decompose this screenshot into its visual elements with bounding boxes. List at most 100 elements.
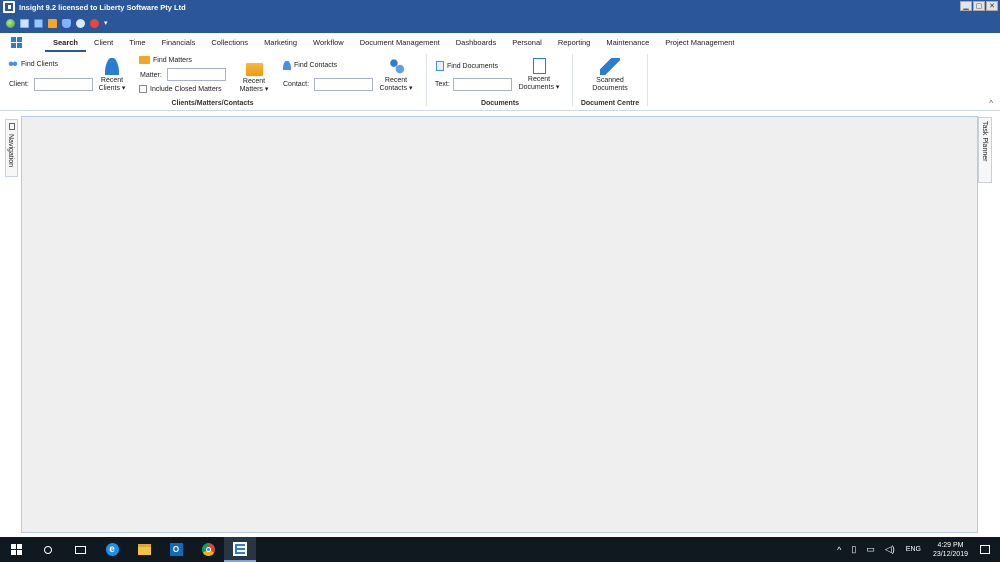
search-button[interactable] [32,537,64,562]
task-view-button[interactable] [64,537,96,562]
tab-workflow[interactable]: Workflow [305,33,352,52]
navigation-panel-tab[interactable]: Navigation [5,119,18,177]
insight-app-icon [233,541,247,556]
language-indicator[interactable]: ENG [906,546,921,553]
window-title: Insight 9.2 licensed to Liberty Software… [19,2,186,12]
contact-icon [283,61,291,70]
clock-date: 23/12/2019 [932,550,968,558]
find-contacts-button[interactable]: Find Contacts [283,61,337,70]
find-documents-label: Find Documents [447,62,498,70]
group-separator [426,54,427,106]
client-input[interactable] [34,78,93,91]
people-icon[interactable] [62,19,71,28]
folder-icon[interactable] [48,19,57,28]
person-icon [105,58,119,75]
tab-marketing[interactable]: Marketing [256,33,305,52]
recent-documents-label-1: Recent [527,76,551,83]
tab-search[interactable]: Search [45,33,87,52]
recent-clients-button[interactable]: Recent Clients ▾ [97,58,127,93]
tab-project-management[interactable]: Project Management [657,33,742,52]
scanned-documents-button[interactable]: Scanned Documents [586,58,634,93]
ribbon-tabs: Search Client Time Financials Collection… [0,33,1000,52]
user-icon[interactable] [76,19,85,28]
group-label-document-centre: Document Centre [580,100,640,107]
recent-contacts-label-1: Recent [384,77,408,84]
tab-document-management[interactable]: Document Management [352,33,448,52]
include-closed-matters-checkbox[interactable]: Include Closed Matters [139,85,222,93]
scanned-documents-label-1: Scanned [596,77,624,84]
outlook-taskbar-button[interactable]: O [160,537,192,562]
file-explorer-taskbar-button[interactable] [128,537,160,562]
system-tray: ^ ▯ ▭ ◁) ENG 4:29 PM 23/12/2019 [832,537,1000,562]
group-label-clients-matters-contacts: Clients/Matters/Contacts [171,100,254,107]
matter-input[interactable] [167,68,226,81]
window-icon[interactable] [20,19,29,28]
client-label: Client: [9,81,29,88]
navigation-label: Navigation [7,134,14,168]
chrome-taskbar-button[interactable] [192,537,224,562]
clock-time: 4:29 PM [937,541,964,549]
usb-icon[interactable]: ▯ [851,544,856,555]
contact-label: Contact: [283,81,310,88]
recent-contacts-button[interactable]: Recent Contacts ▾ [377,58,415,93]
scanner-icon [600,58,620,75]
text-search-input[interactable] [453,78,512,91]
ribbon-panel: Find Clients Client: Recent Clients ▾ Fi… [0,52,1000,111]
people-icon [8,61,18,68]
group-separator [647,54,648,106]
find-contacts-label: Find Contacts [294,62,338,69]
start-button[interactable] [0,537,32,562]
edge-taskbar-button[interactable]: e [96,537,128,562]
outlook-icon: O [169,543,183,556]
tab-collections[interactable]: Collections [203,33,256,52]
edge-icon: e [105,543,119,556]
network-icon[interactable]: ▭ [866,544,875,555]
folder-icon [245,63,263,76]
find-matters-button[interactable]: Find Matters [139,56,192,64]
find-clients-label: Find Clients [21,61,58,68]
clock[interactable]: 4:29 PM 23/12/2019 [933,541,968,559]
maximize-button[interactable]: ▢ [973,1,985,11]
action-center-icon[interactable] [980,545,990,554]
chrome-icon [201,543,215,556]
status-globe-icon[interactable] [6,19,15,28]
insight-taskbar-button[interactable] [224,537,256,562]
contact-input[interactable] [314,78,373,91]
windows-start-icon [10,544,22,555]
close-button[interactable]: ✕ [986,1,998,11]
minimize-button[interactable]: ▁ [960,1,972,11]
recent-matters-button[interactable]: Recent Matters ▾ [236,60,272,94]
task-planner-tab[interactable]: Task Planner [978,117,992,183]
matter-label: Matter: [140,72,162,79]
recent-documents-button[interactable]: Recent Documents ▾ [515,58,563,92]
main-canvas [21,116,978,533]
collapse-ribbon-button[interactable]: ^ [989,99,993,108]
title-bar: Insight 9.2 licensed to Liberty Software… [0,0,1000,14]
pin-icon[interactable] [9,123,15,130]
volume-icon[interactable]: ◁) [885,544,895,555]
checkbox-box[interactable] [139,85,147,93]
folder-icon [139,56,150,64]
tab-reporting[interactable]: Reporting [550,33,599,52]
contacts-icon [387,58,405,75]
tab-time[interactable]: Time [121,33,153,52]
stop-icon[interactable] [90,19,99,28]
tab-financials[interactable]: Financials [154,33,204,52]
customize-toolbar-dropdown[interactable]: ▾ [104,19,110,28]
tab-client[interactable]: Client [86,33,121,52]
task-view-icon [74,545,86,554]
find-clients-button[interactable]: Find Clients [8,61,58,68]
find-documents-button[interactable]: Find Documents [436,61,498,71]
group-label-documents: Documents [480,100,520,107]
include-closed-label: Include Closed Matters [150,85,222,93]
tab-dashboards[interactable]: Dashboards [448,33,504,52]
app-menu-icon[interactable] [11,36,23,49]
tab-personal[interactable]: Personal [504,33,550,52]
show-hidden-icons-icon[interactable]: ^ [837,545,841,555]
calculator-icon[interactable] [34,19,43,28]
scanned-documents-label-2: Documents [592,85,628,92]
app-logo-icon [3,1,15,13]
group-separator [572,54,573,106]
document-icon [436,61,444,71]
tab-maintenance[interactable]: Maintenance [598,33,657,52]
